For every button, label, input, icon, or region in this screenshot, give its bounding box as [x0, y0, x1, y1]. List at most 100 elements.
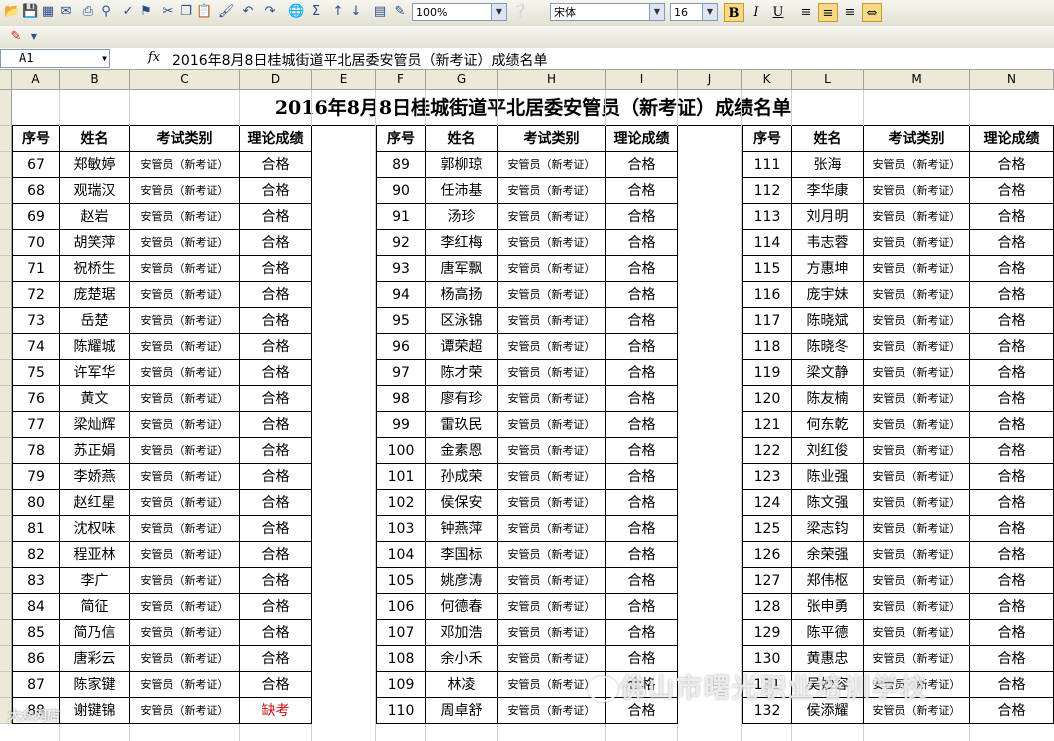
- score-cell[interactable]: 合格: [970, 672, 1054, 698]
- name-cell[interactable]: 李红梅: [426, 230, 498, 256]
- table-header-cell[interactable]: 考试类别: [498, 126, 606, 152]
- exam-type-cell[interactable]: 安管员（新考证）: [864, 230, 970, 256]
- name-cell[interactable]: 程亚林: [60, 542, 130, 568]
- name-cell[interactable]: 刘月明: [792, 204, 864, 230]
- autosum-icon[interactable]: Σ: [308, 4, 324, 20]
- font-size-select[interactable]: 16 ▼: [670, 3, 718, 21]
- id-cell[interactable]: 100: [376, 438, 426, 464]
- name-cell[interactable]: 祝桥生: [60, 256, 130, 282]
- exam-type-cell[interactable]: 安管员（新考证）: [130, 568, 240, 594]
- toolbar-options-icon[interactable]: ▼: [26, 29, 42, 45]
- score-cell[interactable]: 合格: [970, 646, 1054, 672]
- name-cell[interactable]: 郑敏婷: [60, 152, 130, 178]
- score-cell[interactable]: 合格: [606, 334, 678, 360]
- name-cell[interactable]: 方惠坤: [792, 256, 864, 282]
- score-cell[interactable]: 合格: [240, 542, 312, 568]
- align-right-icon[interactable]: ≡: [840, 3, 860, 22]
- exam-type-cell[interactable]: 安管员（新考证）: [130, 386, 240, 412]
- table-header-cell[interactable]: 理论成绩: [606, 126, 678, 152]
- id-cell[interactable]: 85: [12, 620, 60, 646]
- score-cell[interactable]: 合格: [970, 620, 1054, 646]
- id-cell[interactable]: 79: [12, 464, 60, 490]
- id-cell[interactable]: 126: [742, 542, 792, 568]
- id-cell[interactable]: 95: [376, 308, 426, 334]
- id-cell[interactable]: 116: [742, 282, 792, 308]
- chart-wizard-icon[interactable]: ▤: [372, 4, 388, 20]
- bold-button[interactable]: B: [724, 3, 744, 22]
- format-painter-icon[interactable]: 🖌: [218, 4, 235, 20]
- exam-type-cell[interactable]: 安管员（新考证）: [864, 256, 970, 282]
- id-cell[interactable]: 123: [742, 464, 792, 490]
- id-cell[interactable]: 97: [376, 360, 426, 386]
- row-header[interactable]: [0, 594, 12, 620]
- print-icon[interactable]: ⎙: [80, 4, 96, 20]
- score-cell[interactable]: 合格: [970, 282, 1054, 308]
- score-cell[interactable]: 合格: [970, 698, 1054, 724]
- score-cell[interactable]: 合格: [240, 386, 312, 412]
- name-cell[interactable]: 何德春: [426, 594, 498, 620]
- name-cell[interactable]: 周卓舒: [426, 698, 498, 724]
- table-header-cell[interactable]: 姓名: [426, 126, 498, 152]
- id-cell[interactable]: 118: [742, 334, 792, 360]
- score-cell[interactable]: 合格: [606, 230, 678, 256]
- score-cell[interactable]: 合格: [606, 568, 678, 594]
- score-cell[interactable]: 合格: [606, 464, 678, 490]
- name-cell[interactable]: 何东乾: [792, 412, 864, 438]
- exam-type-cell[interactable]: 安管员（新考证）: [498, 282, 606, 308]
- name-cell[interactable]: 陈文强: [792, 490, 864, 516]
- exam-type-cell[interactable]: 安管员（新考证）: [498, 620, 606, 646]
- table-header-cell[interactable]: 理论成绩: [970, 126, 1054, 152]
- name-cell[interactable]: 郑伟枢: [792, 568, 864, 594]
- id-cell[interactable]: 115: [742, 256, 792, 282]
- table-header-cell[interactable]: 考试类别: [864, 126, 970, 152]
- column-header-j[interactable]: J: [678, 70, 742, 90]
- save-icon[interactable]: 💾: [22, 4, 38, 20]
- column-header-f[interactable]: F: [376, 70, 426, 90]
- name-cell[interactable]: 陈晓斌: [792, 308, 864, 334]
- name-cell[interactable]: 杨高扬: [426, 282, 498, 308]
- score-cell[interactable]: 合格: [240, 360, 312, 386]
- id-cell[interactable]: 102: [376, 490, 426, 516]
- exam-type-cell[interactable]: 安管员（新考证）: [498, 490, 606, 516]
- id-cell[interactable]: 96: [376, 334, 426, 360]
- name-cell[interactable]: 张海: [792, 152, 864, 178]
- exam-type-cell[interactable]: 安管员（新考证）: [498, 230, 606, 256]
- name-cell[interactable]: 许军华: [60, 360, 130, 386]
- score-cell[interactable]: 合格: [606, 490, 678, 516]
- score-cell[interactable]: 合格: [240, 672, 312, 698]
- id-cell[interactable]: 127: [742, 568, 792, 594]
- name-cell[interactable]: 胡笑萍: [60, 230, 130, 256]
- name-cell[interactable]: 陈业强: [792, 464, 864, 490]
- exam-type-cell[interactable]: 安管员（新考证）: [498, 360, 606, 386]
- score-cell[interactable]: 缺考: [240, 698, 312, 724]
- row-header[interactable]: [0, 620, 12, 646]
- row-header[interactable]: [0, 646, 12, 672]
- score-cell[interactable]: 合格: [970, 230, 1054, 256]
- id-cell[interactable]: 72: [12, 282, 60, 308]
- exam-type-cell[interactable]: 安管员（新考证）: [498, 178, 606, 204]
- exam-type-cell[interactable]: 安管员（新考证）: [130, 490, 240, 516]
- id-cell[interactable]: 75: [12, 360, 60, 386]
- column-header-e[interactable]: E: [312, 70, 376, 90]
- exam-type-cell[interactable]: 安管员（新考证）: [498, 152, 606, 178]
- name-cell[interactable]: 汤珍: [426, 204, 498, 230]
- name-cell[interactable]: 黄文: [60, 386, 130, 412]
- row-header[interactable]: [0, 386, 12, 412]
- exam-type-cell[interactable]: 安管员（新考证）: [498, 204, 606, 230]
- score-cell[interactable]: 合格: [240, 256, 312, 282]
- exam-type-cell[interactable]: 安管员（新考证）: [498, 646, 606, 672]
- table-header-cell[interactable]: 理论成绩: [240, 126, 312, 152]
- id-cell[interactable]: 68: [12, 178, 60, 204]
- score-cell[interactable]: 合格: [970, 594, 1054, 620]
- score-cell[interactable]: 合格: [240, 152, 312, 178]
- exam-type-cell[interactable]: 安管员（新考证）: [864, 386, 970, 412]
- column-header-c[interactable]: C: [130, 70, 240, 90]
- fx-icon[interactable]: fx: [148, 50, 160, 65]
- name-cell[interactable]: 刘红俊: [792, 438, 864, 464]
- name-cell[interactable]: 李娇燕: [60, 464, 130, 490]
- id-cell[interactable]: 70: [12, 230, 60, 256]
- name-cell[interactable]: 梁灿辉: [60, 412, 130, 438]
- score-cell[interactable]: 合格: [606, 178, 678, 204]
- row-header[interactable]: [0, 204, 12, 230]
- table-header-cell[interactable]: 考试类别: [130, 126, 240, 152]
